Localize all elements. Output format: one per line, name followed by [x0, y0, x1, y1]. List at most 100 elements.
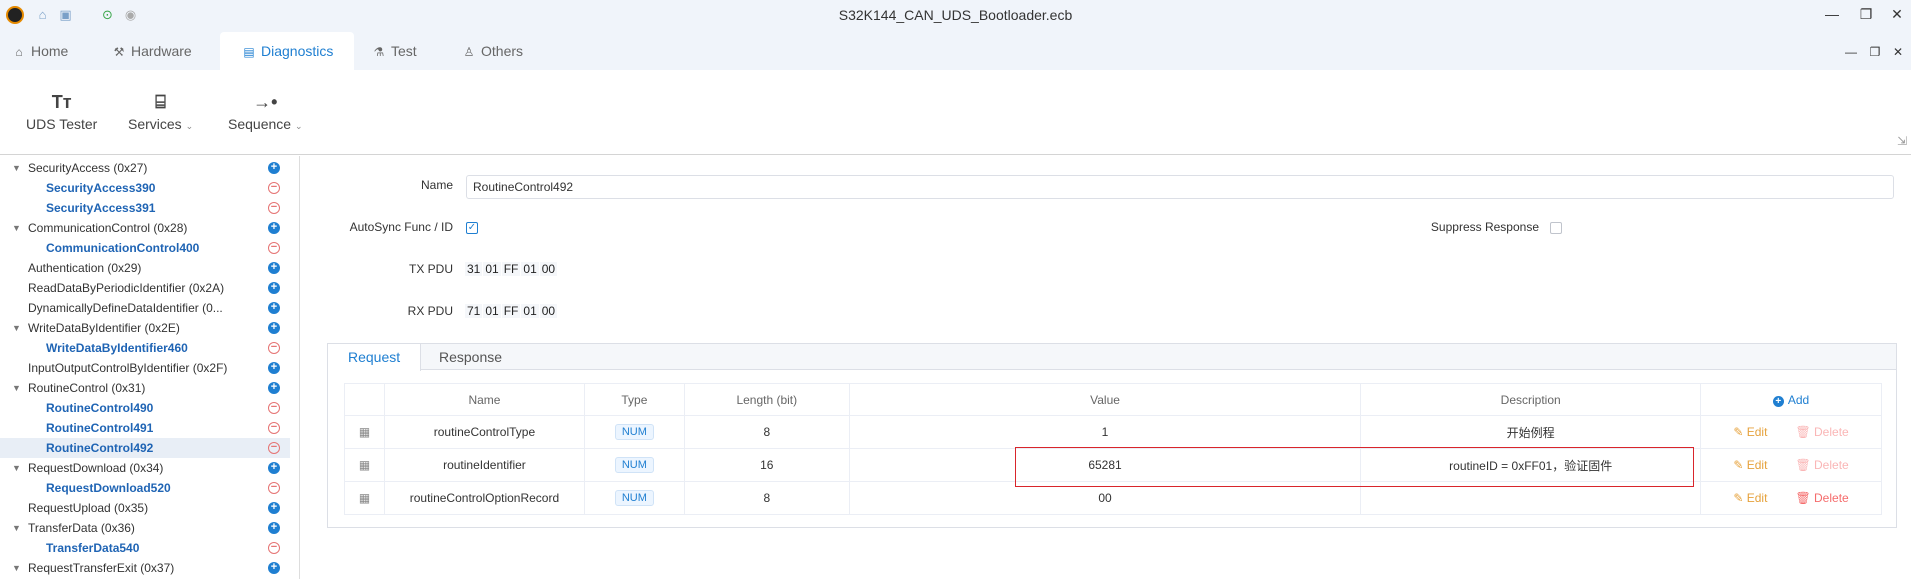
add-icon[interactable]: +	[268, 382, 280, 394]
remove-icon[interactable]: −	[268, 202, 280, 214]
run-icon[interactable]: ⊙	[100, 7, 115, 22]
save-icon[interactable]: ▣	[58, 7, 73, 22]
remove-icon[interactable]: −	[268, 542, 280, 554]
services-button[interactable]: ⌸ Services ⌄	[128, 92, 193, 132]
tab-request[interactable]: Request	[328, 344, 422, 371]
tab-diagnostics[interactable]: ▤ Diagnostics	[220, 32, 354, 70]
tree-item-label: SecurityAccess390	[46, 181, 156, 195]
sub-minimize-button[interactable]: —	[1843, 44, 1859, 60]
tree-item-service[interactable]: Authentication (0x29) +	[0, 258, 290, 278]
add-icon[interactable]: +	[268, 462, 280, 474]
home-icon[interactable]: ⌂	[35, 7, 50, 22]
tree-item-instance[interactable]: WriteDataByIdentifier460 −	[0, 338, 290, 358]
tree-item-service[interactable]: ReadDataByPeriodicIdentifier (0x2A) +	[0, 278, 290, 298]
edit-button[interactable]: ✎ Edit	[1733, 491, 1767, 505]
type-badge: NUM	[614, 424, 654, 440]
expand-arrow-icon[interactable]: ▼	[12, 518, 21, 538]
tree-item-service[interactable]: ▼ WriteDataByIdentifier (0x2E) +	[0, 318, 290, 338]
add-button[interactable]: + Add	[1700, 383, 1882, 416]
tree-item-instance[interactable]: RoutineControl491 −	[0, 418, 290, 438]
remove-icon[interactable]: −	[268, 182, 280, 194]
param-type: NUM	[583, 448, 685, 482]
stop-icon[interactable]: ◉	[123, 7, 138, 22]
drag-handle-icon[interactable]: ▦	[344, 481, 385, 515]
tree-item-service[interactable]: ▼ RequestTransferExit (0x37) +	[0, 558, 290, 578]
delete-button[interactable]: 🗑 Delete	[1795, 458, 1848, 472]
tree-item-service[interactable]: InputOutputControlByIdentifier (0x2F) +	[0, 358, 290, 378]
tree-item-service[interactable]: ▼ RequestDownload (0x34) +	[0, 458, 290, 478]
add-icon[interactable]: +	[268, 522, 280, 534]
remove-icon[interactable]: −	[268, 342, 280, 354]
tree-item-instance[interactable]: TransferData540 −	[0, 538, 290, 558]
edit-button[interactable]: ✎ Edit	[1733, 425, 1767, 439]
table-row: ▦ routineControlOptionRecord NUM 8 00 ✎ Edit 🗑…	[344, 481, 1882, 515]
tree-item-service[interactable]: ▼ CommunicationControl (0x28) +	[0, 218, 290, 238]
add-icon[interactable]: +	[268, 162, 280, 174]
add-icon[interactable]: +	[268, 502, 280, 514]
tab-test[interactable]: ⚗ Test	[372, 32, 442, 70]
trash-icon: 🗑	[1795, 491, 1815, 505]
add-icon[interactable]: +	[268, 362, 280, 374]
close-button[interactable]: ✕	[1887, 4, 1907, 24]
maximize-button[interactable]: ❐	[1856, 4, 1876, 24]
remove-icon[interactable]: −	[268, 402, 280, 414]
tree-item-instance[interactable]: CommunicationControl400 −	[0, 238, 290, 258]
tab-response[interactable]: Response	[419, 344, 522, 370]
tree-item-label: Authentication (0x29)	[28, 261, 142, 275]
delete-button[interactable]: 🗑 Delete	[1795, 491, 1848, 505]
tree-item-label: RequestDownload (0x34)	[28, 461, 164, 475]
tab-hardware[interactable]: ⚒ Hardware	[112, 32, 212, 70]
tab-home[interactable]: ⌂ Home	[12, 32, 92, 70]
autosync-checkbox[interactable]: ✓	[466, 222, 478, 234]
expand-arrow-icon[interactable]: ▼	[12, 378, 21, 398]
trash-icon: 🗑	[1795, 425, 1815, 439]
expand-arrow-icon[interactable]: ▼	[12, 458, 21, 478]
column-header: Type	[583, 383, 685, 416]
expand-arrow-icon[interactable]: ▼	[12, 218, 21, 238]
tree-item-service[interactable]: RequestUpload (0x35) +	[0, 498, 290, 518]
tree-item-instance[interactable]: RequestDownload520 −	[0, 478, 290, 498]
name-input[interactable]: RoutineControl492	[466, 175, 1894, 199]
expand-arrow-icon[interactable]: ▼	[12, 158, 21, 178]
tree-item-instance[interactable]: RoutineControl490 −	[0, 398, 290, 418]
expand-arrow-icon[interactable]: ▼	[12, 318, 21, 338]
chevron-down-icon: ⌄	[185, 121, 194, 131]
add-icon[interactable]: +	[268, 262, 280, 274]
drag-handle-icon[interactable]: ▦	[344, 415, 385, 449]
tree-item-service[interactable]: DynamicallyDefineDataIdentifier (0... +	[0, 298, 290, 318]
drag-handle-icon[interactable]: ▦	[344, 448, 385, 482]
tree-item-service[interactable]: ▼ SecurityAccess (0x27) +	[0, 158, 290, 178]
tab-label: Others	[481, 43, 524, 59]
add-icon[interactable]: +	[268, 302, 280, 314]
expand-arrow-icon[interactable]: ▼	[12, 558, 21, 578]
sub-restore-button[interactable]: ❐	[1867, 44, 1883, 60]
suppress-response-checkbox[interactable]	[1550, 222, 1562, 234]
sub-close-button[interactable]: ✕	[1890, 44, 1906, 60]
add-icon[interactable]: +	[268, 562, 280, 574]
remove-icon[interactable]: −	[268, 422, 280, 434]
plus-icon: +	[1772, 395, 1784, 407]
tree-item-service[interactable]: ▼ TransferData (0x36) +	[0, 518, 290, 538]
delete-button[interactable]: 🗑 Delete	[1795, 425, 1848, 439]
tab-others[interactable]: ♙ Others	[462, 32, 552, 70]
tree-item-instance[interactable]: SecurityAccess391 −	[0, 198, 290, 218]
tree-item-instance[interactable]: SecurityAccess390 −	[0, 178, 290, 198]
remove-icon[interactable]: −	[268, 242, 280, 254]
column-header: Description	[1360, 383, 1702, 416]
add-icon[interactable]: +	[268, 282, 280, 294]
add-icon[interactable]: +	[268, 222, 280, 234]
remove-icon[interactable]: −	[268, 442, 280, 454]
tree-item-label: WriteDataByIdentifier460	[46, 341, 188, 355]
add-icon[interactable]: +	[268, 322, 280, 334]
services-label: Services	[128, 116, 182, 132]
sequence-button[interactable]: →• Sequence ⌄	[228, 92, 303, 132]
edit-button[interactable]: ✎ Edit	[1733, 458, 1767, 472]
app-logo[interactable]	[6, 6, 24, 24]
tree-item-service[interactable]: ▼ RoutineControl (0x31) +	[0, 378, 290, 398]
pdu-byte: 00	[539, 304, 558, 318]
remove-icon[interactable]: −	[268, 482, 280, 494]
minimize-button[interactable]: —	[1822, 4, 1842, 24]
unpin-icon[interactable]: ⇲	[1897, 134, 1907, 148]
tree-item-instance[interactable]: RoutineControl492 −	[0, 438, 290, 458]
uds-tester-button[interactable]: Tт UDS Tester	[26, 92, 97, 132]
